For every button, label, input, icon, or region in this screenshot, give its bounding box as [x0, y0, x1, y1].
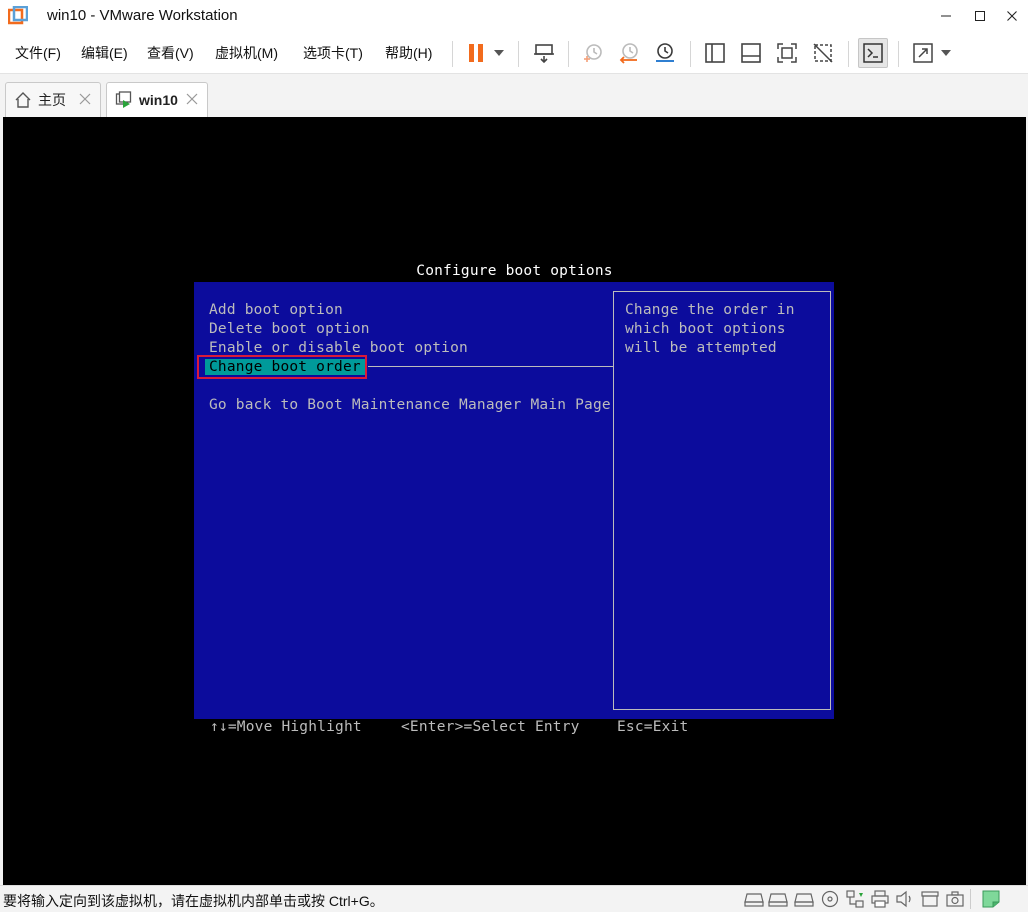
printer-icon[interactable] — [870, 890, 890, 908]
message-icon[interactable] — [981, 890, 1001, 908]
home-icon — [15, 92, 31, 108]
network-icon[interactable] — [845, 890, 865, 908]
hdd-icon[interactable] — [794, 890, 814, 908]
pause-icon — [469, 44, 483, 62]
maximize-icon — [975, 11, 985, 21]
vmware-logo-icon — [8, 6, 28, 25]
show-library-button[interactable] — [700, 38, 730, 68]
power-dropdown-button[interactable] — [487, 38, 511, 68]
thumbnail-icon — [741, 43, 761, 63]
bios-footer-exit: Esc=Exit — [617, 719, 689, 735]
hdd-icon[interactable] — [768, 890, 788, 908]
menu-help[interactable]: 帮助(H) — [385, 43, 432, 63]
status-separator — [970, 889, 971, 909]
menu-file[interactable]: 文件(F) — [15, 43, 61, 63]
menu-vm[interactable]: 虚拟机(M) — [215, 43, 278, 63]
send-ctrl-alt-del-button[interactable] — [529, 38, 559, 68]
help-line: which boot options — [625, 321, 786, 337]
toolbar-separator — [898, 41, 899, 67]
tab-bar: 主页 win10 — [0, 74, 1028, 117]
fullscreen-icon — [777, 43, 797, 63]
toolbar-separator — [848, 41, 849, 67]
console-view-button[interactable] — [858, 38, 888, 68]
vm-console[interactable]: Configure boot options Add boot option D… — [3, 117, 1026, 885]
unity-icon — [813, 43, 833, 63]
stretch-icon — [913, 43, 933, 63]
camera-icon[interactable] — [945, 890, 965, 908]
take-snapshot-button[interactable] — [578, 38, 608, 68]
help-line: Change the order in — [625, 302, 795, 318]
minimize-icon — [941, 15, 951, 17]
dropdown-icon — [494, 50, 504, 56]
dropdown-icon — [941, 50, 951, 56]
bios-help-box: Change the order in which boot options w… — [613, 291, 831, 710]
thumbnail-bar-button[interactable] — [736, 38, 766, 68]
bios-divider — [368, 366, 613, 367]
tab-home[interactable]: 主页 — [5, 82, 101, 117]
snapshot-manager-button[interactable] — [650, 38, 680, 68]
toolbar-separator — [690, 41, 691, 67]
revert-snapshot-icon — [619, 43, 638, 64]
snapshot-manager-icon — [656, 43, 674, 62]
bios-panel: Add boot option Delete boot option Enabl… — [194, 282, 834, 719]
sound-icon[interactable] — [895, 890, 915, 908]
status-message: 要将输入定向到该虚拟机，请在虚拟机内部单击或按 Ctrl+G。 — [3, 893, 384, 909]
toolbar-separator — [568, 41, 569, 67]
bios-footer-move: ↑↓=Move Highlight — [210, 719, 362, 735]
help-line: will be attempted — [625, 340, 777, 356]
selection-highlight-outline — [197, 355, 367, 379]
menu-edit[interactable]: 编辑(E) — [81, 43, 128, 63]
unity-button[interactable] — [808, 38, 838, 68]
menu-bar: 文件(F) 编辑(E) 查看(V) 虚拟机(M) 选项卡(T) 帮助(H) — [0, 32, 1028, 74]
cd-icon[interactable] — [820, 890, 840, 908]
display-icon[interactable] — [920, 890, 940, 908]
close-icon[interactable] — [78, 92, 92, 106]
bios-option-delete[interactable]: Delete boot option — [209, 321, 370, 337]
bios-footer-select: <Enter>=Select Entry — [401, 719, 580, 735]
toolbar-separator — [518, 41, 519, 67]
tab-win10-label: win10 — [139, 92, 178, 108]
console-icon — [863, 43, 883, 63]
snapshot-icon — [584, 44, 602, 62]
close-button[interactable] — [994, 0, 1028, 32]
tab-win10[interactable]: win10 — [106, 82, 208, 117]
maximize-button[interactable] — [962, 0, 998, 32]
vm-running-icon — [115, 91, 132, 108]
tab-home-label: 主页 — [38, 92, 66, 108]
bios-option-add[interactable]: Add boot option — [209, 302, 343, 318]
menu-tabs[interactable]: 选项卡(T) — [303, 43, 363, 63]
title-bar: win10 - VMware Workstation — [0, 0, 1028, 32]
menu-view[interactable]: 查看(V) — [147, 43, 194, 63]
close-icon[interactable] — [185, 92, 199, 106]
bios-option-go-back[interactable]: Go back to Boot Maintenance Manager Main… — [209, 397, 611, 413]
full-screen-button[interactable] — [772, 38, 802, 68]
sidebar-icon — [705, 43, 725, 63]
hdd-icon[interactable] — [744, 890, 764, 908]
minimize-button[interactable] — [928, 0, 964, 32]
window-title: win10 - VMware Workstation — [47, 7, 238, 24]
revert-snapshot-button[interactable] — [614, 38, 644, 68]
stretch-dropdown-button[interactable] — [934, 38, 958, 68]
toolbar-separator — [452, 41, 453, 67]
close-icon — [1007, 11, 1017, 21]
bios-option-enable-disable[interactable]: Enable or disable boot option — [209, 340, 468, 356]
send-keys-icon — [534, 44, 554, 64]
bios-page-title: Configure boot options — [416, 263, 613, 279]
status-bar: 要将输入定向到该虚拟机，请在虚拟机内部单击或按 Ctrl+G。 — [0, 885, 1028, 912]
